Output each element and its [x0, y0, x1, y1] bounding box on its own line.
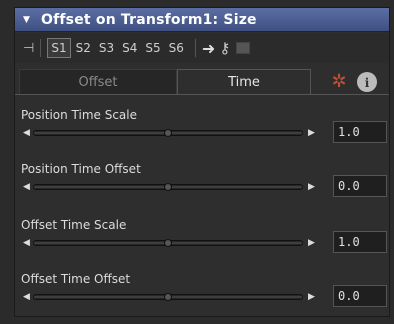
disk-icon[interactable] — [236, 42, 251, 54]
slider-left-arrow-icon[interactable]: ◀ — [23, 236, 30, 250]
version-toolbar: ⊣ S1 S2 S3 S4 S5 S6 ➜ ⚷ — [15, 33, 389, 63]
toolbar-separator — [194, 39, 196, 57]
panel-header[interactable]: ▼ Offset on Transform1: Size — [15, 8, 389, 32]
tab-time[interactable]: Time — [177, 69, 311, 95]
slider-left-arrow-icon[interactable]: ◀ — [23, 290, 30, 304]
slider-offset-time-scale[interactable]: ◀ ▶ — [21, 236, 321, 250]
value-field[interactable]: 0.0 — [333, 175, 387, 197]
collapse-arrow-icon[interactable]: ▼ — [23, 15, 35, 25]
slot-s1[interactable]: S1 — [47, 38, 71, 58]
control-label: Position Time Scale — [21, 108, 138, 122]
value-field[interactable]: 1.0 — [333, 121, 387, 143]
gear-icon[interactable]: ✲ — [328, 71, 350, 93]
control-position-time-scale: Position Time Scale ◀ ▶ 1.0 — [21, 108, 387, 156]
control-label: Offset Time Scale — [21, 218, 127, 232]
slider-thumb[interactable] — [164, 183, 172, 191]
slider-thumb[interactable] — [164, 129, 172, 137]
slider-right-arrow-icon[interactable]: ▶ — [308, 126, 315, 140]
control-offset-time-scale: Offset Time Scale ◀ ▶ 1.0 — [21, 218, 387, 266]
tab-offset[interactable]: Offset — [19, 69, 177, 95]
slot-s6[interactable]: S6 — [166, 39, 187, 57]
slider-offset-time-offset[interactable]: ◀ ▶ — [21, 290, 321, 304]
tab-bar: Offset Time ✲ i — [15, 65, 389, 95]
panel-title: Offset on Transform1: Size — [41, 11, 257, 28]
slider-thumb[interactable] — [164, 239, 172, 247]
slider-right-arrow-icon[interactable]: ▶ — [308, 236, 315, 250]
control-offset-time-offset: Offset Time Offset ◀ ▶ 0.0 — [21, 272, 387, 320]
control-position-time-offset: Position Time Offset ◀ ▶ 0.0 — [21, 162, 387, 210]
slider-left-arrow-icon[interactable]: ◀ — [23, 180, 30, 194]
slider-position-time-scale[interactable]: ◀ ▶ — [21, 126, 321, 140]
slider-right-arrow-icon[interactable]: ▶ — [308, 180, 315, 194]
slider-position-time-offset[interactable]: ◀ ▶ — [21, 180, 321, 194]
modifier-panel: ▼ Offset on Transform1: Size ⊣ S1 S2 S3 … — [14, 7, 390, 317]
pin-icon[interactable]: ⊣ — [23, 41, 34, 56]
slot-s5[interactable]: S5 — [142, 39, 163, 57]
slider-left-arrow-icon[interactable]: ◀ — [23, 126, 30, 140]
toolbar-separator — [40, 39, 42, 57]
slot-s3[interactable]: S3 — [96, 39, 117, 57]
slot-s2[interactable]: S2 — [73, 39, 94, 57]
control-label: Offset Time Offset — [21, 272, 131, 286]
slider-right-arrow-icon[interactable]: ▶ — [308, 290, 315, 304]
info-icon[interactable]: i — [357, 72, 377, 92]
slider-thumb[interactable] — [164, 293, 172, 301]
value-field[interactable]: 1.0 — [333, 231, 387, 253]
control-label: Position Time Offset — [21, 162, 141, 176]
key-icon[interactable]: ⚷ — [219, 39, 230, 57]
value-field[interactable]: 0.0 — [333, 285, 387, 307]
arrow-right-icon[interactable]: ➜ — [202, 39, 215, 58]
tab-divider — [15, 94, 389, 95]
slot-s4[interactable]: S4 — [119, 39, 140, 57]
